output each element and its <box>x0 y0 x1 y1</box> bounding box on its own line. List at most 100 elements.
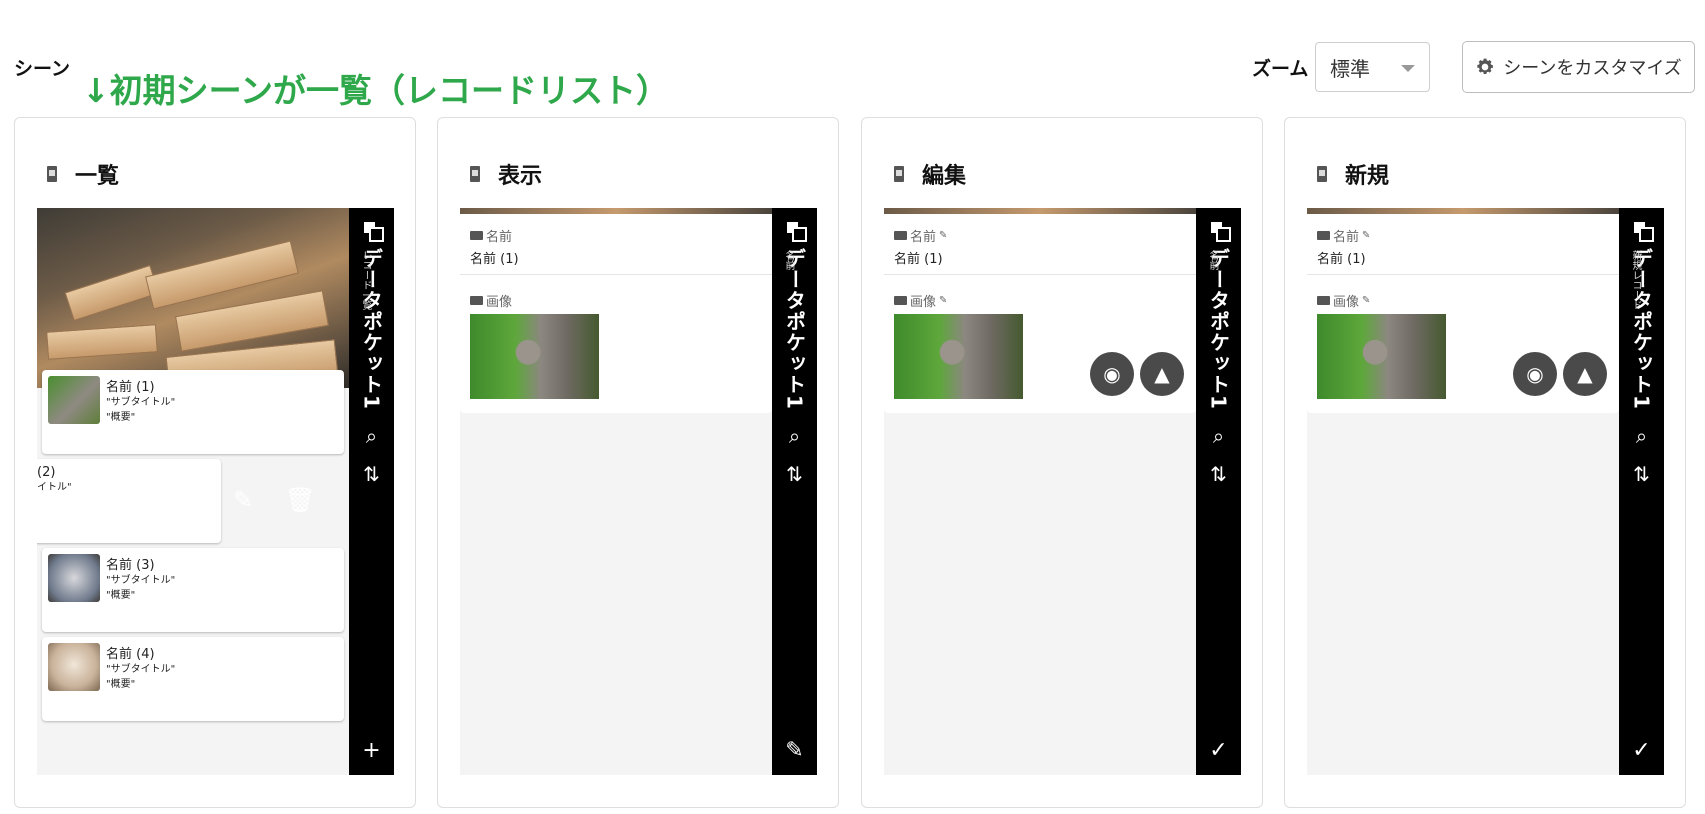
zoom-select-value: 標準 <box>1330 56 1370 81</box>
field-label: 名前 ✎ <box>894 226 947 245</box>
field-label: 名前 ✎ <box>1317 226 1370 245</box>
sort-icon[interactable]: ⇅ <box>780 462 810 486</box>
scene-subtitle: 名前 <box>783 250 794 270</box>
header-image-strip <box>460 208 772 214</box>
customize-scenes-label: シーンをカスタマイズ <box>1503 58 1682 79</box>
record-thumbnail <box>48 376 100 424</box>
text-field-icon <box>470 231 483 240</box>
text-field-icon <box>894 231 907 240</box>
copy-icon[interactable] <box>1633 222 1654 242</box>
card-title: 新規 <box>1345 164 1390 189</box>
edit-form: 名前 ✎ 名前 (1) 画像 ✎ ◉ ▲ <box>884 208 1196 413</box>
scene-preview: 名前 名前 (1) 画像 データポケット1 名前 ⌕ ⇅ ✎ <box>460 208 817 775</box>
search-icon[interactable]: ⌕ <box>780 424 810 448</box>
card-title: 編集 <box>922 164 967 189</box>
list-item[interactable]: 名前 (1) "サブタイトル" "概要" <box>42 370 344 454</box>
scene-subtitle: 名前 <box>1207 250 1218 270</box>
image-field-icon <box>1317 296 1330 305</box>
scene-card-list[interactable]: 一覧 名前 (1) "サブタイトル" "概要" (2) イトル" ✎ 🗑 名前 … <box>14 117 416 808</box>
search-icon[interactable]: ⌕ <box>1627 424 1657 448</box>
gallery-icon[interactable]: ▲ <box>1140 352 1184 396</box>
scene-preview: 名前 ✎ 名前 (1) 画像 ✎ ◉ ▲ データポケット1 名前 ⌕ ⇅ ✓ <box>884 208 1241 775</box>
search-icon[interactable]: ⌕ <box>1204 424 1234 448</box>
field-label: 画像 ✎ <box>1317 291 1370 310</box>
edit-icon[interactable]: ✎ <box>233 486 253 514</box>
scene-card-new[interactable]: 新規 名前 ✎ 名前 (1) 画像 ✎ ◉ ▲ データポケット1 新規レコード ⌕ … <box>1284 117 1686 808</box>
gallery-icon[interactable]: ▲ <box>1563 352 1607 396</box>
record-image <box>1317 314 1446 399</box>
editable-icon: ✎ <box>1362 230 1371 241</box>
card-title: 一覧 <box>75 164 120 189</box>
hero-image <box>37 208 349 388</box>
scene-card-view[interactable]: 表示 名前 名前 (1) 画像 データポケット1 名前 ⌕ ⇅ ✎ <box>437 117 839 808</box>
list-item-summary: "概要" <box>106 590 136 601</box>
card-title: 表示 <box>498 164 543 189</box>
copy-icon[interactable] <box>1210 222 1231 242</box>
header-image-strip <box>884 208 1196 214</box>
plus-icon[interactable]: + <box>349 738 394 763</box>
gear-icon <box>1477 58 1494 74</box>
trash-icon[interactable]: 🗑 <box>285 486 315 514</box>
app-title: データポケット1 <box>782 248 807 410</box>
copy-icon[interactable] <box>363 222 384 242</box>
card-header: 新規 <box>1317 158 1389 190</box>
editable-icon: ✎ <box>1362 295 1371 306</box>
list-item[interactable]: 名前 (4) "サブタイトル" "概要" <box>42 637 344 721</box>
text-field-icon <box>1317 231 1330 240</box>
record-thumbnail <box>48 643 100 691</box>
editable-icon: ✎ <box>939 230 948 241</box>
annotation-text: ↓初期シーンが一覧（レコードリスト） <box>82 71 670 110</box>
sort-icon[interactable]: ⇅ <box>357 462 387 486</box>
card-header: 表示 <box>470 158 542 190</box>
record-image <box>894 314 1023 399</box>
list-scene-icon <box>47 166 57 182</box>
camera-icon[interactable]: ◉ <box>1090 352 1134 396</box>
copy-icon[interactable] <box>786 222 807 242</box>
check-icon[interactable]: ✓ <box>1619 738 1664 763</box>
record-image <box>470 314 599 399</box>
name-input[interactable]: 名前 (1) <box>894 248 943 267</box>
scene-card-edit[interactable]: 編集 名前 ✎ 名前 (1) 画像 ✎ ◉ ▲ データポケット1 名前 ⌕ ⇅ ✓ <box>861 117 1263 808</box>
record-thumbnail <box>48 554 100 602</box>
app-sidebar: データポケット1 新規レコード ⌕ ⇅ ✓ <box>1619 208 1664 775</box>
header-image-strip <box>1307 208 1619 214</box>
editable-icon: ✎ <box>939 295 948 306</box>
divider <box>460 274 772 275</box>
scene-preview: 名前 (1) "サブタイトル" "概要" (2) イトル" ✎ 🗑 名前 (3)… <box>37 208 394 775</box>
list-item-title: 名前 (3) <box>106 558 155 573</box>
list-item-title: (2) <box>37 465 56 480</box>
scene-heading: シーン <box>14 58 71 80</box>
app-sidebar: データポケット1 レコード一覧 ⌕ ⇅ + <box>349 208 394 775</box>
card-header: 一覧 <box>47 158 119 190</box>
sort-icon[interactable]: ⇅ <box>1627 462 1657 486</box>
zoom-select[interactable]: 標準 <box>1315 42 1430 92</box>
divider <box>884 274 1196 275</box>
chevron-down-icon <box>1401 65 1415 72</box>
app-sidebar: データポケット1 名前 ⌕ ⇅ ✓ <box>1196 208 1241 775</box>
app-sidebar: データポケット1 名前 ⌕ ⇅ ✎ <box>772 208 817 775</box>
list-item-summary: "概要" <box>106 679 136 690</box>
top-bar: シーン ↓初期シーンが一覧（レコードリスト） ズーム 標準 シーンをカスタマイズ <box>0 0 1705 110</box>
scene-preview: 名前 ✎ 名前 (1) 画像 ✎ ◉ ▲ データポケット1 新規レコード ⌕ ⇅ ✓ <box>1307 208 1664 775</box>
field-label: 画像 ✎ <box>894 291 947 310</box>
card-header: 編集 <box>894 158 966 190</box>
field-label: 画像 <box>470 291 512 310</box>
image-field-icon <box>894 296 907 305</box>
list-item-subtitle: "サブタイトル" <box>106 397 176 408</box>
list-item[interactable]: 名前 (3) "サブタイトル" "概要" <box>42 548 344 632</box>
divider <box>1307 274 1619 275</box>
field-value: 名前 (1) <box>470 252 519 267</box>
app-title: データポケット1 <box>1206 248 1231 410</box>
camera-icon[interactable]: ◉ <box>1513 352 1557 396</box>
name-input[interactable]: 名前 (1) <box>1317 248 1366 267</box>
list-item-summary: "概要" <box>106 412 136 423</box>
edit-icon[interactable]: ✎ <box>772 738 817 763</box>
scene-subtitle: 新規レコード <box>1630 250 1641 310</box>
check-icon[interactable]: ✓ <box>1196 738 1241 763</box>
customize-scenes-button[interactable]: シーンをカスタマイズ <box>1462 41 1695 93</box>
list-item-subtitle: "サブタイトル" <box>106 575 176 586</box>
detail-form: 名前 名前 (1) 画像 <box>460 208 772 413</box>
sort-icon[interactable]: ⇅ <box>1204 462 1234 486</box>
list-item[interactable]: (2) イトル" <box>37 459 221 543</box>
search-icon[interactable]: ⌕ <box>357 424 387 448</box>
